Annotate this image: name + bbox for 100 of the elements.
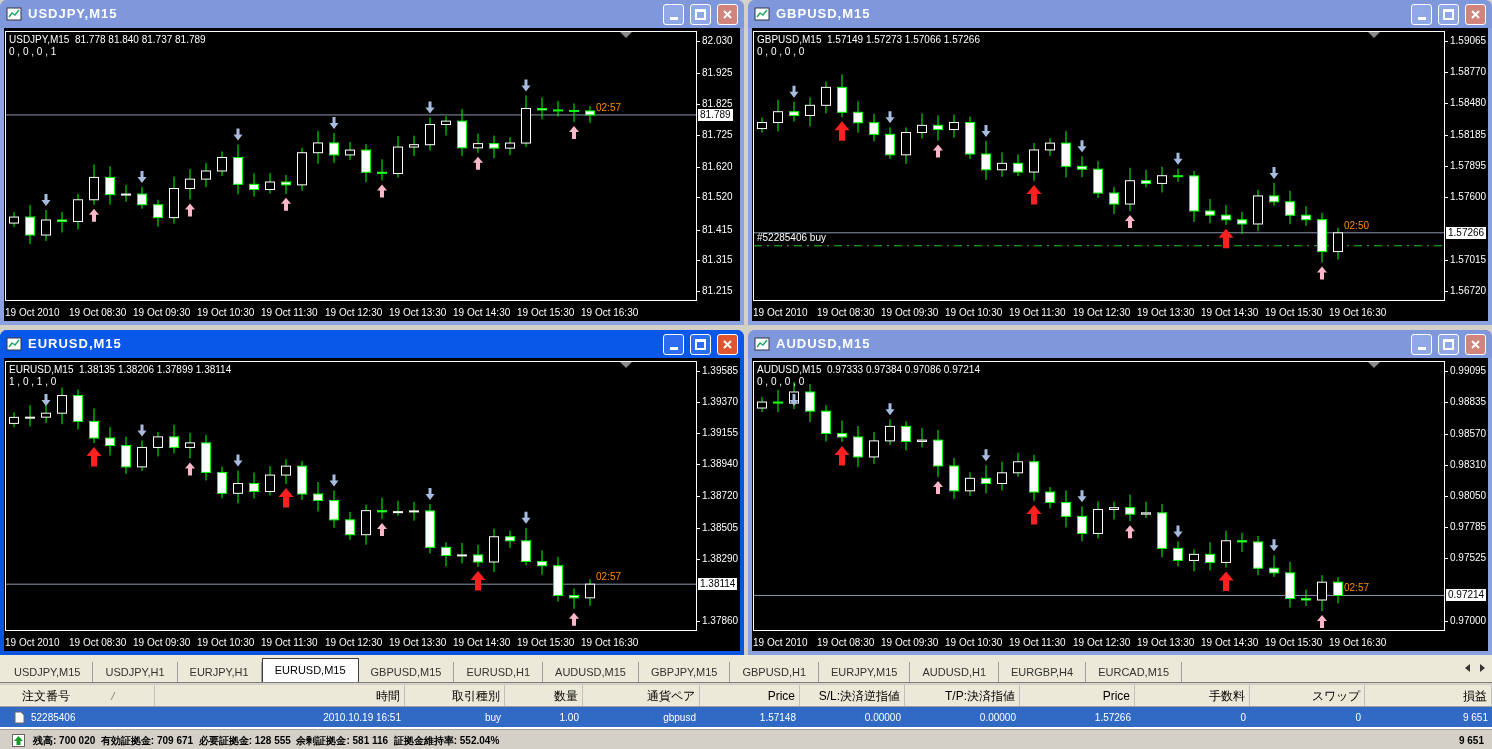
window-title: AUDUSD,M15 (776, 335, 872, 354)
price-label: 1.38290 (702, 552, 739, 565)
column-header[interactable]: T/P:決済指値 (905, 685, 1020, 706)
price-label: 1.38720 (702, 490, 739, 503)
countdown-timer: 02:50 (1344, 219, 1370, 232)
time-label: 19 Oct 16:30 (581, 637, 640, 649)
time-label: 19 Oct 11:30 (261, 307, 319, 319)
chart-tab[interactable]: EURJPY,M15 (819, 662, 911, 682)
time-label: 19 Oct 09:30 (881, 637, 940, 649)
price-label: 1.39370 (702, 396, 739, 409)
table-cell-text: 9 651 (1461, 710, 1489, 725)
current-price-tag: 0.97214 (1446, 589, 1487, 602)
time-label: 19 Oct 13:30 (389, 637, 448, 649)
table-cell-text: 52285406 (31, 710, 76, 725)
price-label: 0.98570 (1450, 427, 1487, 440)
account-summary: 残高: 700 020 有効証拠金: 709 671 必要証拠金: 128 555 余剰証拠金: 581 116 証拠金維持率: 552.04% (33, 733, 501, 748)
indicator-values: 0 , 0 , 0 , 1 (9, 46, 57, 58)
column-header[interactable]: 時間 (155, 685, 405, 706)
price-label: 81.415 (702, 223, 733, 236)
chart-tab[interactable]: GBPJPY,M15 (638, 662, 731, 682)
column-header[interactable]: 通貨ペア (583, 685, 700, 706)
price-label: 0.98050 (1450, 489, 1487, 502)
table-cell-text: 0 (1354, 710, 1362, 725)
time-label: 19 Oct 15:30 (517, 307, 576, 319)
time-label: 19 Oct 10:30 (197, 307, 256, 319)
time-label: 19 Oct 12:30 (325, 637, 384, 649)
time-label: 19 Oct 15:30 (1265, 307, 1324, 319)
column-header[interactable]: Price (1020, 685, 1135, 706)
table-cell-text: 1.57266 (1093, 710, 1132, 725)
table-cell-text: gbpusd (662, 710, 697, 725)
chart-tab[interactable]: EURUSD,H1 (454, 662, 544, 682)
price-label: 1.38940 (702, 458, 739, 471)
chart-tab[interactable]: AUDUSD,H1 (910, 662, 999, 682)
chart-tab[interactable]: EURJPY,H1 (177, 662, 262, 682)
column-header-label: 注文番号 (22, 687, 70, 705)
time-label: 19 Oct 10:30 (197, 637, 256, 649)
price-label: 0.98310 (1450, 458, 1487, 471)
time-label: 19 Oct 14:30 (453, 637, 512, 649)
table-cell-text: 0 (1239, 710, 1247, 725)
time-label: 19 Oct 14:30 (1201, 637, 1260, 649)
column-header[interactable]: S/L:決済逆指値 (800, 685, 905, 706)
time-label: 19 Oct 09:30 (881, 307, 940, 319)
chart-tab[interactable]: AUDUSD,M15 (543, 662, 639, 682)
chart-header: USDJPY,M15 81.778 81.840 81.737 81.789 (9, 34, 206, 46)
time-label: 19 Oct 16:30 (1329, 637, 1388, 649)
price-label: 81.825 (702, 97, 733, 110)
table-cell-text: 1.57148 (758, 710, 797, 725)
chart-tab[interactable]: EURGBP,H4 (999, 662, 1087, 682)
price-label: 1.39585 (702, 365, 739, 377)
time-label: 19 Oct 12:30 (1073, 307, 1132, 319)
indicator-values: 0 , 0 , 0 , 0 (757, 376, 805, 388)
time-label: 19 Oct 2010 (5, 307, 61, 319)
price-label: 0.97785 (1450, 521, 1487, 534)
time-label: 19 Oct 15:30 (517, 637, 576, 649)
indicator-values: 0 , 0 , 0 , 0 (757, 46, 805, 58)
time-label: 19 Oct 09:30 (133, 637, 192, 649)
order-label: #52285406 buy (757, 231, 826, 244)
chart-tab[interactable]: GBPUSD,H1 (730, 662, 819, 682)
chart-tab[interactable]: EURUSD,M15 (261, 658, 359, 682)
countdown-timer: 02:57 (596, 571, 622, 584)
current-price-tag: 81.789 (698, 108, 733, 121)
price-label: 81.315 (702, 254, 733, 267)
time-label: 19 Oct 13:30 (1137, 637, 1196, 649)
time-label: 19 Oct 10:30 (945, 637, 1004, 649)
chart-header: EURUSD,M15 1.38135 1.38206 1.37899 1.38114 (9, 364, 232, 376)
column-header[interactable]: 取引種別 (405, 685, 505, 706)
time-label: 19 Oct 11:30 (1009, 307, 1067, 319)
chart-tab[interactable]: USDJPY,M15 (2, 662, 94, 682)
current-price-tag: 1.57266 (1446, 226, 1487, 239)
price-label: 1.57600 (1450, 191, 1487, 204)
column-header[interactable]: スワップ (1250, 685, 1365, 706)
time-label: 19 Oct 2010 (753, 307, 809, 319)
chart-tab[interactable]: EURCAD,M15 (1086, 662, 1183, 682)
price-label: 1.58480 (1450, 97, 1487, 110)
price-label: 81.925 (702, 67, 733, 80)
price-label: 1.57895 (1450, 159, 1487, 172)
price-label: 1.39155 (702, 427, 739, 440)
column-header[interactable]: Price (700, 685, 800, 706)
column-header[interactable]: 注文番号 (0, 685, 155, 706)
chart-tab[interactable]: GBPUSD,M15 (358, 662, 455, 682)
column-header[interactable]: 損益 (1365, 685, 1492, 706)
time-label: 19 Oct 08:30 (69, 307, 128, 319)
price-label: 1.38505 (702, 521, 739, 534)
time-label: 19 Oct 13:30 (1137, 307, 1196, 319)
time-label: 19 Oct 16:30 (581, 307, 640, 319)
price-label: 1.57015 (1450, 253, 1487, 266)
order-row[interactable]: 52285406 2010.10.19 16:51 buy 1.00 gbpusd 1.57148 0.00000 0.00000 1.57266 0 0 9 651 (0, 707, 1492, 727)
table-cell-text: buy (483, 710, 502, 725)
price-label: 81.725 (702, 128, 733, 141)
column-header[interactable]: 数量 (505, 685, 583, 706)
price-label: 0.98835 (1450, 396, 1487, 408)
price-label: 1.58770 (1450, 66, 1487, 79)
chart-tab[interactable]: USDJPY,H1 (93, 662, 178, 682)
time-label: 19 Oct 12:30 (325, 307, 384, 319)
time-label: 19 Oct 09:30 (133, 307, 192, 319)
window-title: EURUSD,M15 (28, 335, 123, 354)
time-label: 19 Oct 11:30 (261, 637, 319, 649)
window-title: GBPUSD,M15 (776, 5, 872, 24)
time-label: 19 Oct 08:30 (817, 637, 876, 649)
column-header[interactable]: 手数料 (1135, 685, 1250, 706)
